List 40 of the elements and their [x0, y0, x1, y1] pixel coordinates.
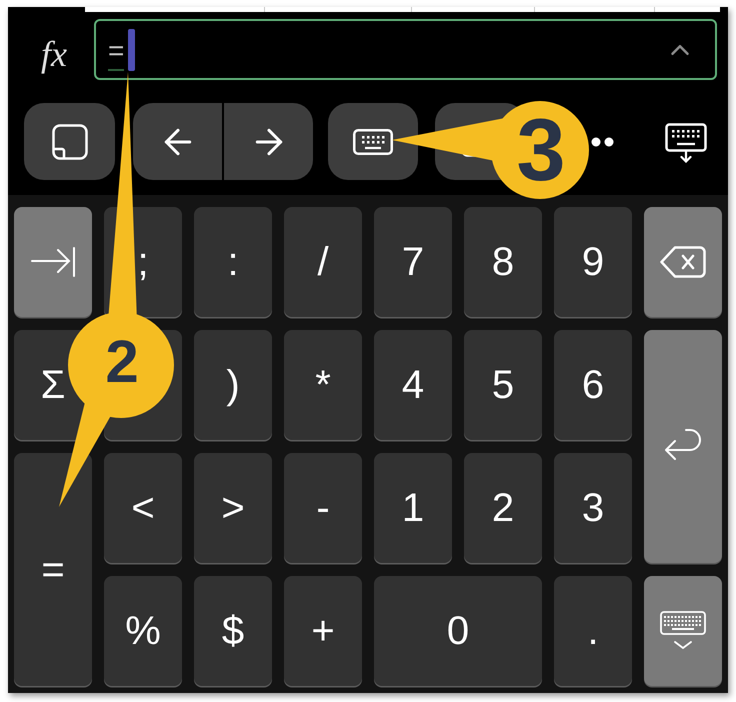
formula-field[interactable]: = — [94, 19, 717, 80]
keypad-key[interactable]: 5 — [464, 330, 542, 440]
keypad-key[interactable]: - — [284, 453, 362, 563]
keypad-key[interactable]: 2 — [464, 453, 542, 563]
keyboard-icon — [353, 128, 393, 154]
keypad-key[interactable]: : — [194, 207, 272, 317]
keypad-key[interactable]: % — [104, 576, 182, 686]
keypad-key[interactable]: ) — [194, 330, 272, 440]
text-cursor — [128, 28, 136, 70]
backspace-key[interactable] — [644, 207, 722, 317]
keyboard-button[interactable] — [328, 103, 418, 180]
tab-key[interactable] — [14, 207, 92, 317]
keypad-key[interactable]: 4 — [374, 330, 452, 440]
move-right-button[interactable] — [224, 103, 313, 180]
function-label: fx — [41, 36, 67, 72]
keypad-key[interactable]: 3 — [554, 453, 632, 563]
move-left-button[interactable] — [133, 103, 222, 180]
keypad-key[interactable]: 6 — [554, 330, 632, 440]
keypad-key[interactable]: 0 — [374, 576, 542, 686]
keypad-key[interactable]: / — [284, 207, 362, 317]
tab-arrow-icon — [31, 247, 75, 277]
keypad-key[interactable]: 1 — [374, 453, 452, 563]
keyboard-down-icon[interactable] — [665, 123, 707, 163]
keypad-key[interactable]: $ — [194, 576, 272, 686]
callout-number: 2 — [105, 332, 139, 392]
keypad-key[interactable]: * — [284, 330, 362, 440]
formula-text: = — [108, 36, 124, 70]
keypad-key[interactable]: . — [554, 576, 632, 686]
keypad-key[interactable]: > — [194, 453, 272, 563]
keypad-key[interactable]: 7 — [374, 207, 452, 317]
callout-number: 3 — [516, 106, 566, 194]
keyboard-chevron-icon — [660, 611, 706, 651]
keypad-key[interactable]: 8 — [464, 207, 542, 317]
square-button[interactable] — [24, 103, 115, 180]
keypad-key[interactable]: = — [14, 453, 92, 686]
keypad-key[interactable]: 9 — [554, 207, 632, 317]
hide-keyboard-key[interactable] — [644, 576, 722, 686]
backspace-icon — [660, 246, 706, 278]
keypad-key[interactable]: < — [104, 453, 182, 563]
keypad-key[interactable]: + — [284, 576, 362, 686]
